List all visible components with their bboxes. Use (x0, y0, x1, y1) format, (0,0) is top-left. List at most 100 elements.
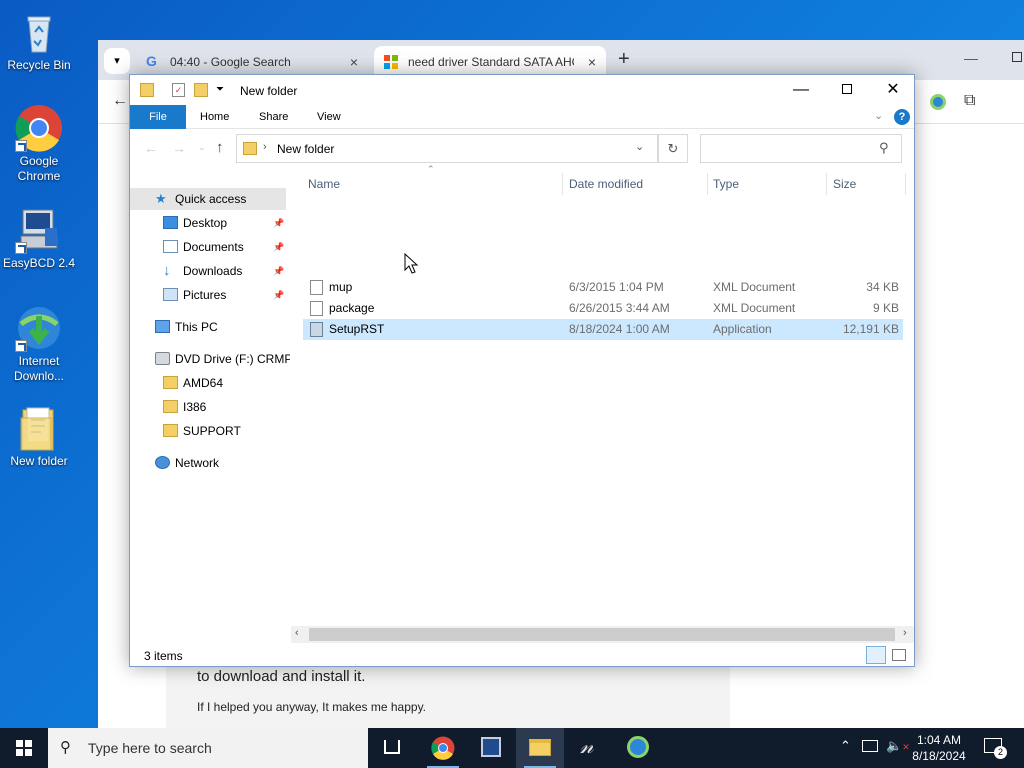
column-header-name[interactable]: Name (308, 177, 340, 191)
close-button[interactable]: ✕ (870, 75, 916, 105)
new-tab-button[interactable]: + (618, 48, 630, 71)
nav-folder-i386[interactable]: I386 (130, 396, 290, 418)
scrollbar-thumb[interactable] (309, 628, 895, 641)
ribbon-tab-share[interactable]: Share (247, 105, 300, 129)
customize-toolbar-icon[interactable]: ⏷ (216, 84, 224, 95)
window-title: New folder (240, 84, 298, 98)
maximize-browser-button[interactable] (1012, 52, 1022, 62)
nav-this-pc[interactable]: This PC (130, 316, 290, 338)
taskbar-idm[interactable] (614, 728, 662, 768)
extensions-puzzle-icon[interactable]: ⧉ (964, 92, 975, 110)
back-arrow-icon[interactable]: ← (112, 92, 128, 110)
maximize-button[interactable] (824, 75, 870, 105)
close-tab-icon[interactable]: × (350, 54, 358, 70)
column-header-type[interactable]: Type (713, 177, 739, 191)
network-status-icon[interactable] (862, 740, 878, 752)
dvd-drive-icon (155, 352, 170, 365)
app-n-icon: 𝓃 (580, 734, 594, 759)
taskbar: ⚲ Type here to search 𝓃 ⌃ 🔈✕ 1:04 AM 8/1… (0, 728, 1024, 768)
browser-tab-google-search[interactable]: G 04:40 - Google Search × (136, 46, 368, 76)
large-icons-view-icon[interactable] (892, 649, 906, 661)
desktop-icon-internet-download-manager[interactable]: Internet Downlo... (0, 304, 78, 384)
tab-search-button[interactable]: ▾ (104, 48, 130, 74)
clock-date: 8/18/2024 (912, 749, 966, 763)
horizontal-scrollbar[interactable]: ‹ › (291, 626, 914, 643)
clock-time: 1:04 AM (916, 733, 962, 747)
system-clock[interactable]: 1:04 AM 8/18/2024 (906, 732, 972, 764)
scroll-right-icon[interactable]: › (903, 627, 907, 639)
desktop-icon-easybcd[interactable]: EasyBCD 2.4 (0, 206, 78, 271)
address-dropdown-icon[interactable]: ⌄ (635, 140, 644, 153)
search-placeholder: Type here to search (88, 740, 212, 756)
column-header-date-modified[interactable]: Date modified (569, 177, 643, 191)
desktop-icon-recycle-bin[interactable]: Recycle Bin (0, 8, 78, 73)
chrome-icon (15, 104, 63, 152)
address-bar[interactable]: › New folder ⌄ (236, 134, 658, 163)
start-button[interactable] (0, 728, 48, 768)
forward-nav-icon[interactable]: → (172, 140, 186, 156)
nav-quick-access[interactable]: ★ Quick access (130, 188, 286, 210)
search-icon[interactable]: ⚲ (879, 140, 889, 156)
pin-icon[interactable]: 📌 (273, 212, 284, 234)
scroll-left-icon[interactable]: ‹ (295, 627, 299, 639)
ribbon-tab-home[interactable]: Home (188, 105, 241, 129)
taskbar-search-box[interactable]: ⚲ Type here to search (48, 728, 368, 768)
up-arrow-icon[interactable]: ↑ (216, 139, 224, 156)
explorer-titlebar: ✓ ⏷ New folder — ✕ (130, 75, 914, 105)
pin-icon[interactable]: 📌 (273, 260, 284, 282)
page-text-line: If I helped you anyway, It makes me happ… (197, 700, 427, 714)
column-header-size[interactable]: Size (833, 177, 856, 191)
nav-dvd-drive[interactable]: DVD Drive (F:) CRMP (130, 348, 290, 370)
taskbar-file-explorer[interactable] (516, 728, 564, 768)
new-folder-quick-icon[interactable] (194, 83, 208, 97)
search-input[interactable]: ⚲ (700, 134, 902, 163)
back-nav-icon[interactable]: ← (144, 140, 158, 156)
idm-extension-icon[interactable] (930, 94, 946, 110)
page-text-line: to download and install it. (197, 668, 366, 685)
details-view-icon[interactable] (866, 646, 886, 664)
minimize-browser-button[interactable]: — (964, 50, 978, 66)
file-list: ⌃ Name Date modified Type Size mup 6/3/2… (291, 164, 914, 640)
taskbar-chrome[interactable] (419, 728, 467, 768)
idm-icon (627, 736, 649, 758)
nav-desktop[interactable]: Desktop 📌 (130, 212, 290, 234)
show-hidden-icons-icon[interactable]: ⌃ (840, 738, 851, 754)
refresh-button[interactable]: ↻ (658, 134, 688, 163)
recent-locations-icon[interactable]: ⌄ (198, 142, 206, 153)
pin-icon[interactable]: 📌 (273, 236, 284, 258)
folder-icon (140, 83, 154, 97)
nav-folder-support[interactable]: SUPPORT (130, 420, 290, 442)
task-view-button[interactable] (368, 728, 416, 768)
properties-quick-icon[interactable]: ✓ (172, 83, 185, 97)
ribbon-tabs: File Home Share View ⌄ ? (130, 105, 914, 129)
file-date: 8/18/2024 1:00 AM (569, 322, 670, 336)
ribbon-tab-view[interactable]: View (305, 105, 353, 129)
nav-folder-amd64[interactable]: AMD64 (130, 372, 290, 394)
taskbar-app-n[interactable]: 𝓃 (566, 728, 614, 768)
file-row-setuprst[interactable]: SetupRST 8/18/2024 1:00 AM Application 1… (303, 319, 903, 340)
pin-icon[interactable]: 📌 (273, 284, 284, 306)
close-tab-icon[interactable]: × (588, 54, 596, 70)
file-row-package[interactable]: package 6/26/2015 3:44 AM XML Document 9… (303, 298, 903, 319)
file-row-mup[interactable]: mup 6/3/2015 1:04 PM XML Document 34 KB (303, 277, 903, 298)
desktop-icon-google-chrome[interactable]: Google Chrome (0, 104, 78, 184)
expand-ribbon-icon[interactable]: ⌄ (874, 109, 883, 122)
help-icon[interactable]: ? (894, 109, 910, 125)
nav-pictures[interactable]: Pictures 📌 (130, 284, 290, 306)
xml-document-icon (310, 301, 323, 316)
minimize-button[interactable]: — (778, 75, 824, 105)
browser-tab-driver[interactable]: need driver Standard SATA AHC × (374, 46, 606, 76)
notifications-button[interactable]: 2 (980, 736, 1008, 760)
network-icon (155, 456, 170, 469)
nav-downloads[interactable]: ↓ Downloads 📌 (130, 260, 290, 282)
nav-label: I386 (183, 400, 207, 414)
nav-network[interactable]: Network (130, 452, 290, 474)
ribbon-tab-file[interactable]: File (130, 105, 186, 129)
folder-icon (243, 142, 257, 155)
setup-application-icon (310, 322, 323, 337)
file-explorer-icon (529, 739, 551, 756)
address-path[interactable]: New folder (277, 142, 334, 156)
desktop-icon-new-folder[interactable]: New folder (0, 404, 78, 469)
nav-documents[interactable]: Documents 📌 (130, 236, 290, 258)
taskbar-easybcd[interactable] (467, 728, 515, 768)
